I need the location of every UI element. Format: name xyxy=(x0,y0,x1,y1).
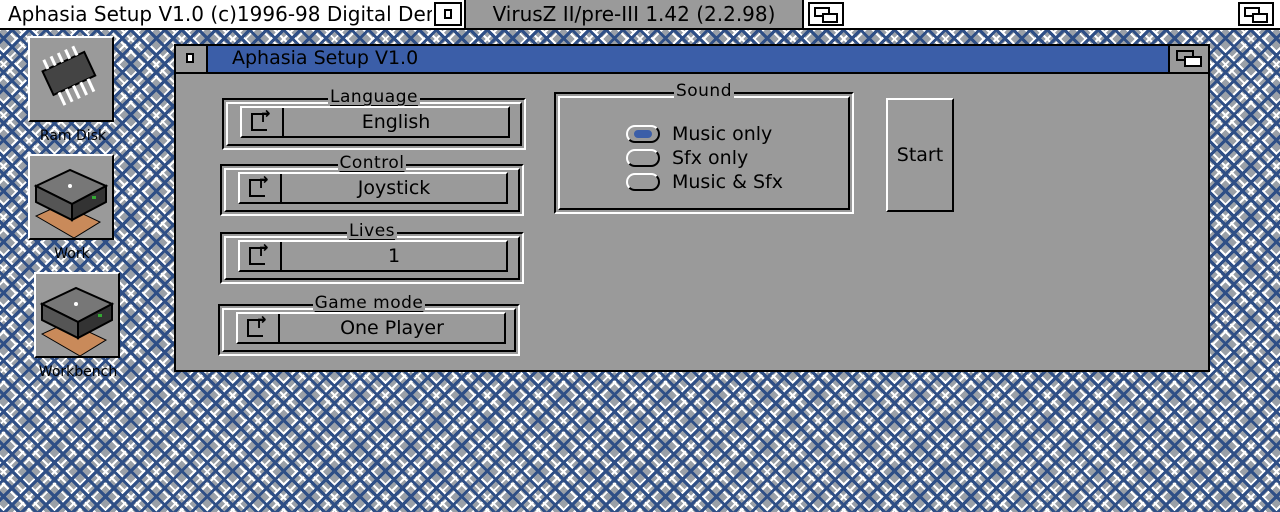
game-mode-label: Game mode xyxy=(312,293,426,313)
work-drive-icon[interactable] xyxy=(28,154,114,240)
setup-window: Aphasia Setup V1.0 Language ↱ English Co… xyxy=(174,44,1210,372)
lives-cycle-button[interactable]: ↱ 1 xyxy=(238,240,508,272)
ram-chip-icon xyxy=(41,45,97,106)
close-icon[interactable] xyxy=(176,46,208,72)
cycle-icon: ↱ xyxy=(240,242,282,270)
ram-disk-icon[interactable] xyxy=(28,36,114,122)
radio-icon[interactable] xyxy=(626,149,660,167)
control-label: Control xyxy=(337,153,407,173)
background-window-title[interactable]: VirusZ II/pre-III 1.42 (2.2.98) xyxy=(464,0,804,28)
depth-icon[interactable] xyxy=(1168,46,1208,72)
sound-group: Sound Music only Sfx only Music & Sfx xyxy=(554,81,854,214)
window-close-icon[interactable] xyxy=(434,2,462,26)
control-value: Joystick xyxy=(357,177,431,199)
work-label: Work xyxy=(54,246,90,262)
hard-drive-icon xyxy=(33,168,109,239)
window-depth-icon[interactable] xyxy=(808,2,844,26)
language-cycle-button[interactable]: ↱ English xyxy=(240,106,510,138)
screen-title: Aphasia Setup V1.0 (c)1996-98 Digital De… xyxy=(8,2,432,26)
cycle-icon: ↱ xyxy=(238,314,280,342)
lives-group: Lives ↱ 1 xyxy=(220,221,524,284)
game-mode-value: One Player xyxy=(340,317,444,339)
screen-title-bar: Aphasia Setup V1.0 (c)1996-98 Digital De… xyxy=(0,0,1280,30)
language-group: Language ↱ English xyxy=(222,87,526,150)
screen-depth-icon[interactable] xyxy=(1238,2,1274,26)
window-title-bar[interactable]: Aphasia Setup V1.0 xyxy=(176,46,1208,74)
workbench-drive-icon[interactable] xyxy=(34,272,120,358)
window-title: Aphasia Setup V1.0 xyxy=(232,47,419,69)
start-button[interactable]: Start xyxy=(886,98,954,212)
radio-selected-icon[interactable] xyxy=(626,125,660,143)
language-value: English xyxy=(361,111,431,133)
game-mode-group: Game mode ↱ One Player xyxy=(218,293,520,356)
ram-disk-label: Ram Disk xyxy=(39,128,107,144)
control-cycle-button[interactable]: ↱ Joystick xyxy=(238,172,508,204)
cycle-icon: ↱ xyxy=(242,108,284,136)
language-label: Language xyxy=(328,87,420,107)
lives-label: Lives xyxy=(346,221,398,241)
game-mode-cycle-button[interactable]: ↱ One Player xyxy=(236,312,506,344)
cycle-icon: ↱ xyxy=(240,174,282,202)
workbench-label: Workbench xyxy=(38,364,118,380)
radio-icon[interactable] xyxy=(626,173,660,191)
lives-value: 1 xyxy=(387,245,401,267)
control-group: Control ↱ Joystick xyxy=(220,153,524,216)
sound-label: Sound xyxy=(673,81,735,101)
hard-drive-icon xyxy=(39,286,115,357)
